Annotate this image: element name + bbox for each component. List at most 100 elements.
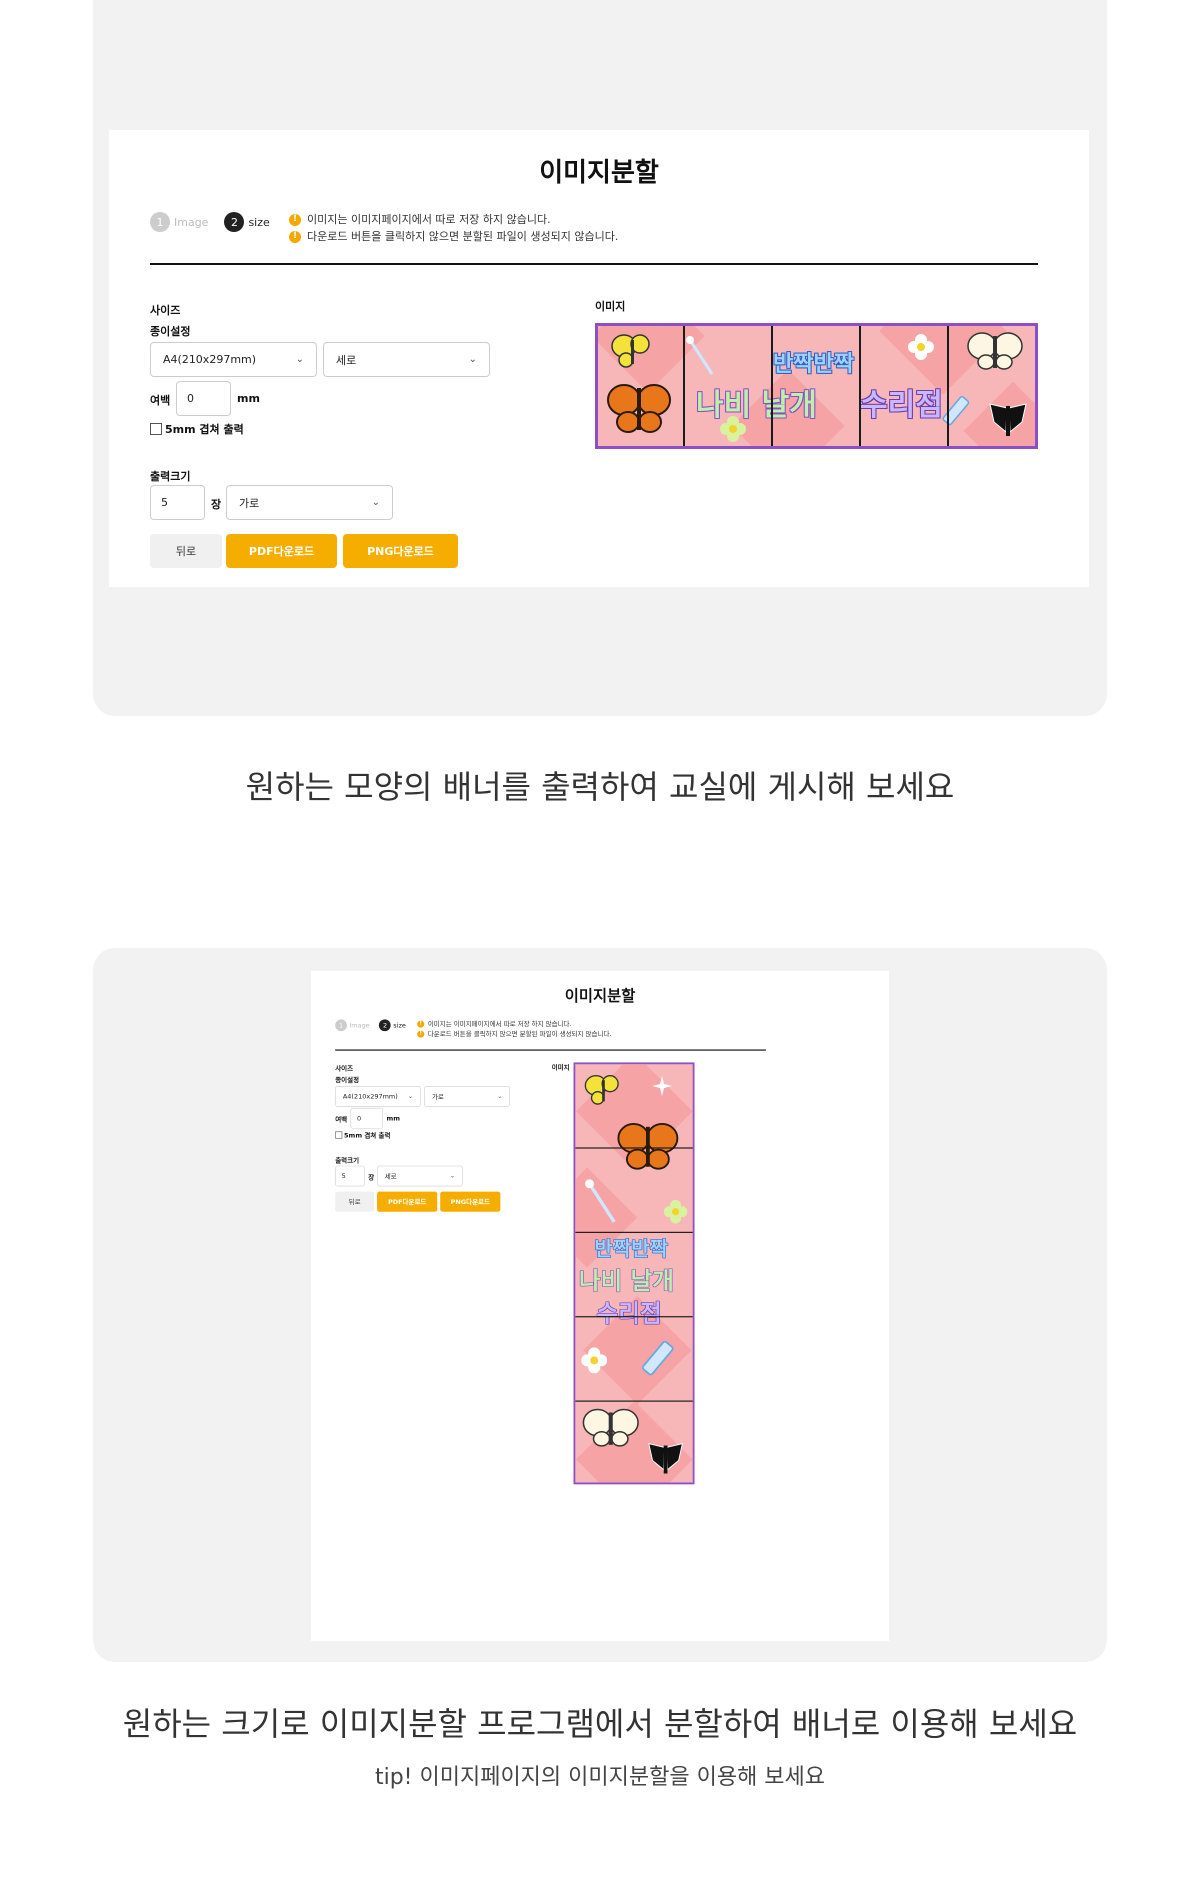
caption-first: 원하는 모양의 배너를 출력하여 교실에 게시해 보세요 bbox=[245, 768, 955, 806]
step-number: 2 bbox=[379, 1019, 391, 1032]
step-size[interactable]: 2 size bbox=[224, 212, 270, 232]
screenshot-frame: 이미지분할 1 Image 2 size ! 이미지는 이미지페이지에서 따로 … bbox=[311, 971, 889, 1641]
syringe-icon bbox=[641, 1340, 674, 1376]
flower-icon bbox=[663, 1199, 688, 1224]
banner-preview: 반짝반짝 나비 날개 수리점 bbox=[573, 1062, 695, 1485]
overlap-checkbox[interactable]: 5mm 겹쳐 출력 bbox=[150, 421, 244, 437]
warning-icon: ! bbox=[289, 230, 301, 243]
banner-title-line2: 나비 날개 bbox=[696, 388, 817, 423]
direction-select[interactable]: 가로 ⌄ bbox=[226, 485, 393, 520]
step-image[interactable]: 1 Image bbox=[335, 1019, 370, 1032]
back-button[interactable]: 뒤로 bbox=[335, 1191, 375, 1212]
image-split-app: 이미지분할 1 Image 2 size ! 이미지는 이미지페이지에서 따로 … bbox=[311, 971, 889, 1641]
chevron-down-icon: ⌄ bbox=[371, 497, 380, 508]
split-line bbox=[771, 326, 773, 446]
size-heading: 사이즈 bbox=[150, 304, 181, 317]
notice-item: ! 이미지는 이미지페이지에서 따로 저장 하지 않습니다. bbox=[417, 1019, 611, 1029]
orientation-select[interactable]: 가로 ⌄ bbox=[424, 1086, 510, 1107]
pdf-download-button[interactable]: PDF다운로드 bbox=[377, 1191, 438, 1212]
step-label: Image bbox=[349, 1021, 370, 1030]
count-unit: 장 bbox=[211, 498, 222, 511]
butterfly-icon bbox=[989, 403, 1027, 436]
notice-list: ! 이미지는 이미지페이지에서 따로 저장 하지 않습니다. ! 다운로드 버튼… bbox=[417, 1019, 612, 1039]
banner-title-line2: 나비 날개 bbox=[578, 1267, 674, 1295]
checkbox-box[interactable] bbox=[150, 423, 162, 435]
margin-label: 여백 bbox=[335, 1115, 348, 1124]
direction-select[interactable]: 세로 ⌄ bbox=[377, 1165, 463, 1187]
margin-input[interactable]: 0 bbox=[176, 381, 231, 416]
butterfly-icon bbox=[584, 1075, 619, 1105]
sparkle-icon bbox=[652, 1076, 673, 1097]
split-line bbox=[575, 1316, 693, 1318]
margin-input[interactable]: 0 bbox=[350, 1107, 383, 1129]
step-number: 2 bbox=[224, 212, 245, 232]
pdf-download-button[interactable]: PDF다운로드 bbox=[226, 534, 337, 568]
chevron-down-icon: ⌄ bbox=[468, 354, 477, 365]
margin-label: 여백 bbox=[150, 394, 171, 407]
paper-size-select[interactable]: A4(210x297mm) ⌄ bbox=[335, 1086, 421, 1107]
output-size-label: 출력크기 bbox=[150, 470, 191, 483]
banner-title-line1: 반짝반짝 bbox=[773, 352, 854, 377]
notice-text: 다운로드 버튼을 클릭하지 않으면 분할된 파일이 생성되지 않습니다. bbox=[307, 230, 619, 243]
split-line bbox=[575, 1231, 693, 1233]
back-button[interactable]: 뒤로 bbox=[150, 534, 222, 568]
png-download-button[interactable]: PNG다운로드 bbox=[440, 1191, 501, 1212]
split-line bbox=[859, 326, 861, 446]
notice-item: ! 다운로드 버튼을 클릭하지 않으면 분할된 파일이 생성되지 않습니다. bbox=[289, 228, 618, 245]
count-unit: 장 bbox=[368, 1173, 375, 1182]
step-image[interactable]: 1 Image bbox=[150, 212, 208, 232]
page-title: 이미지분할 bbox=[539, 158, 659, 188]
chevron-down-icon: ⌄ bbox=[408, 1093, 414, 1100]
butterfly-icon bbox=[967, 332, 1023, 370]
split-line bbox=[683, 326, 685, 446]
paper-size-select[interactable]: A4(210x297mm) ⌄ bbox=[150, 342, 317, 377]
chevron-down-icon: ⌄ bbox=[450, 1172, 455, 1180]
image-label: 이미지 bbox=[595, 300, 626, 313]
cotton-swab-icon bbox=[686, 336, 714, 375]
butterfly-icon bbox=[607, 384, 671, 433]
notice-list: ! 이미지는 이미지페이지에서 따로 저장 하지 않습니다. ! 다운로드 버튼… bbox=[289, 211, 618, 245]
caption-tip: tip! 이미지페이지의 이미지분할을 이용해 보세요 bbox=[374, 1765, 826, 1790]
select-value: 세로 bbox=[336, 353, 357, 367]
checkbox-label: 5mm 겹쳐 출력 bbox=[344, 1131, 391, 1140]
overlap-checkbox[interactable]: 5mm 겹쳐 출력 bbox=[335, 1130, 390, 1139]
step-size[interactable]: 2 size bbox=[379, 1019, 406, 1032]
butterfly-icon bbox=[582, 1408, 639, 1447]
banner-title-line3: 수리점 bbox=[860, 388, 943, 423]
margin-unit: mm bbox=[237, 392, 260, 405]
image-split-app: 이미지분할 1 Image 2 size ! 이미지는 이미지페이지에서 따로 … bbox=[109, 130, 1089, 587]
chevron-down-icon: ⌄ bbox=[497, 1093, 503, 1100]
split-line bbox=[575, 1147, 693, 1149]
checkbox-box[interactable] bbox=[335, 1131, 343, 1139]
step-indicator: 1 Image 2 size bbox=[150, 212, 286, 232]
showcase-panel-horizontal: 이미지분할 1 Image 2 size ! 이미지는 이미지페이지에서 따로 … bbox=[93, 0, 1107, 716]
divider bbox=[150, 263, 1038, 265]
select-value: 세로 bbox=[384, 1172, 397, 1181]
flower-icon bbox=[581, 1347, 608, 1374]
butterfly-icon bbox=[648, 1443, 683, 1474]
size-heading: 사이즈 bbox=[335, 1064, 354, 1073]
select-value: 가로 bbox=[431, 1092, 444, 1101]
margin-unit: mm bbox=[386, 1114, 401, 1123]
orientation-select[interactable]: 세로 ⌄ bbox=[323, 342, 490, 377]
notice-text: 이미지는 이미지페이지에서 따로 저장 하지 않습니다. bbox=[427, 1019, 572, 1028]
butterfly-icon bbox=[611, 334, 650, 368]
image-label: 이미지 bbox=[551, 1063, 570, 1072]
png-download-button[interactable]: PNG다운로드 bbox=[343, 534, 458, 568]
count-input[interactable]: 5 bbox=[335, 1165, 365, 1187]
split-line bbox=[575, 1400, 693, 1402]
output-size-label: 출력크기 bbox=[335, 1156, 360, 1165]
caption-second: 원하는 크기로 이미지분할 프로그램에서 분할하여 배너로 이용해 보세요 bbox=[122, 1705, 1078, 1743]
cotton-swab-icon bbox=[585, 1179, 616, 1223]
step-label: Image bbox=[174, 215, 209, 229]
step-label: size bbox=[393, 1021, 406, 1030]
paper-label: 종이설정 bbox=[150, 325, 191, 338]
count-input[interactable]: 5 bbox=[150, 485, 205, 520]
select-value: 가로 bbox=[239, 496, 260, 510]
notice-text: 다운로드 버튼을 클릭하지 않으면 분할된 파일이 생성되지 않습니다. bbox=[427, 1030, 612, 1038]
screenshot-frame: 이미지분할 1 Image 2 size ! 이미지는 이미지페이지에서 따로 … bbox=[109, 130, 1089, 587]
warning-icon: ! bbox=[417, 1030, 425, 1038]
step-label: size bbox=[248, 215, 270, 229]
showcase-panel-vertical: 이미지분할 1 Image 2 size ! 이미지는 이미지페이지에서 따로 … bbox=[93, 948, 1107, 1662]
warning-icon: ! bbox=[289, 213, 301, 226]
